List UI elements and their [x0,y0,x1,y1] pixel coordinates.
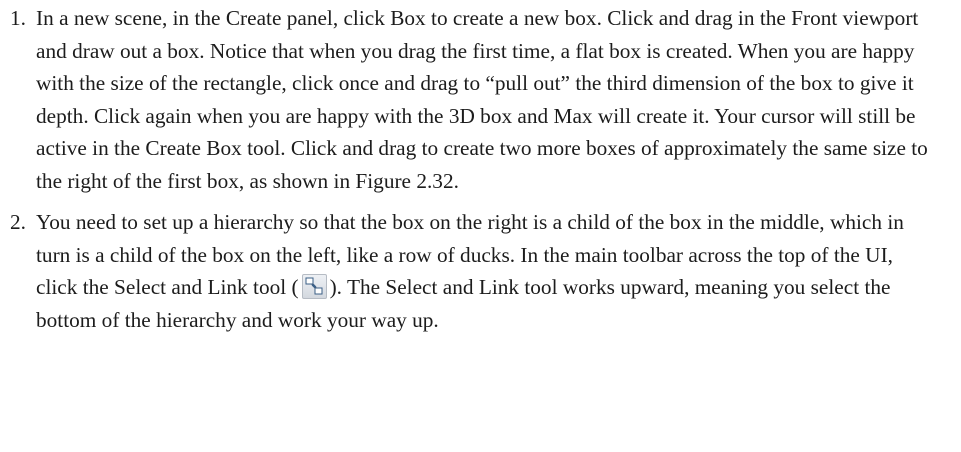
document-page: 1. In a new scene, in the Create panel, … [0,0,961,452]
instruction-list: 1. In a new scene, in the Create panel, … [0,2,961,345]
step-number: 1. [10,6,26,30]
step-text: In a new scene, in the Create panel, cli… [36,6,928,193]
step-2: 2. You need to set up a hierarchy so tha… [0,206,931,336]
select-and-link-icon [301,274,327,299]
step-1: 1. In a new scene, in the Create panel, … [0,2,931,197]
step-number: 2. [10,210,26,234]
